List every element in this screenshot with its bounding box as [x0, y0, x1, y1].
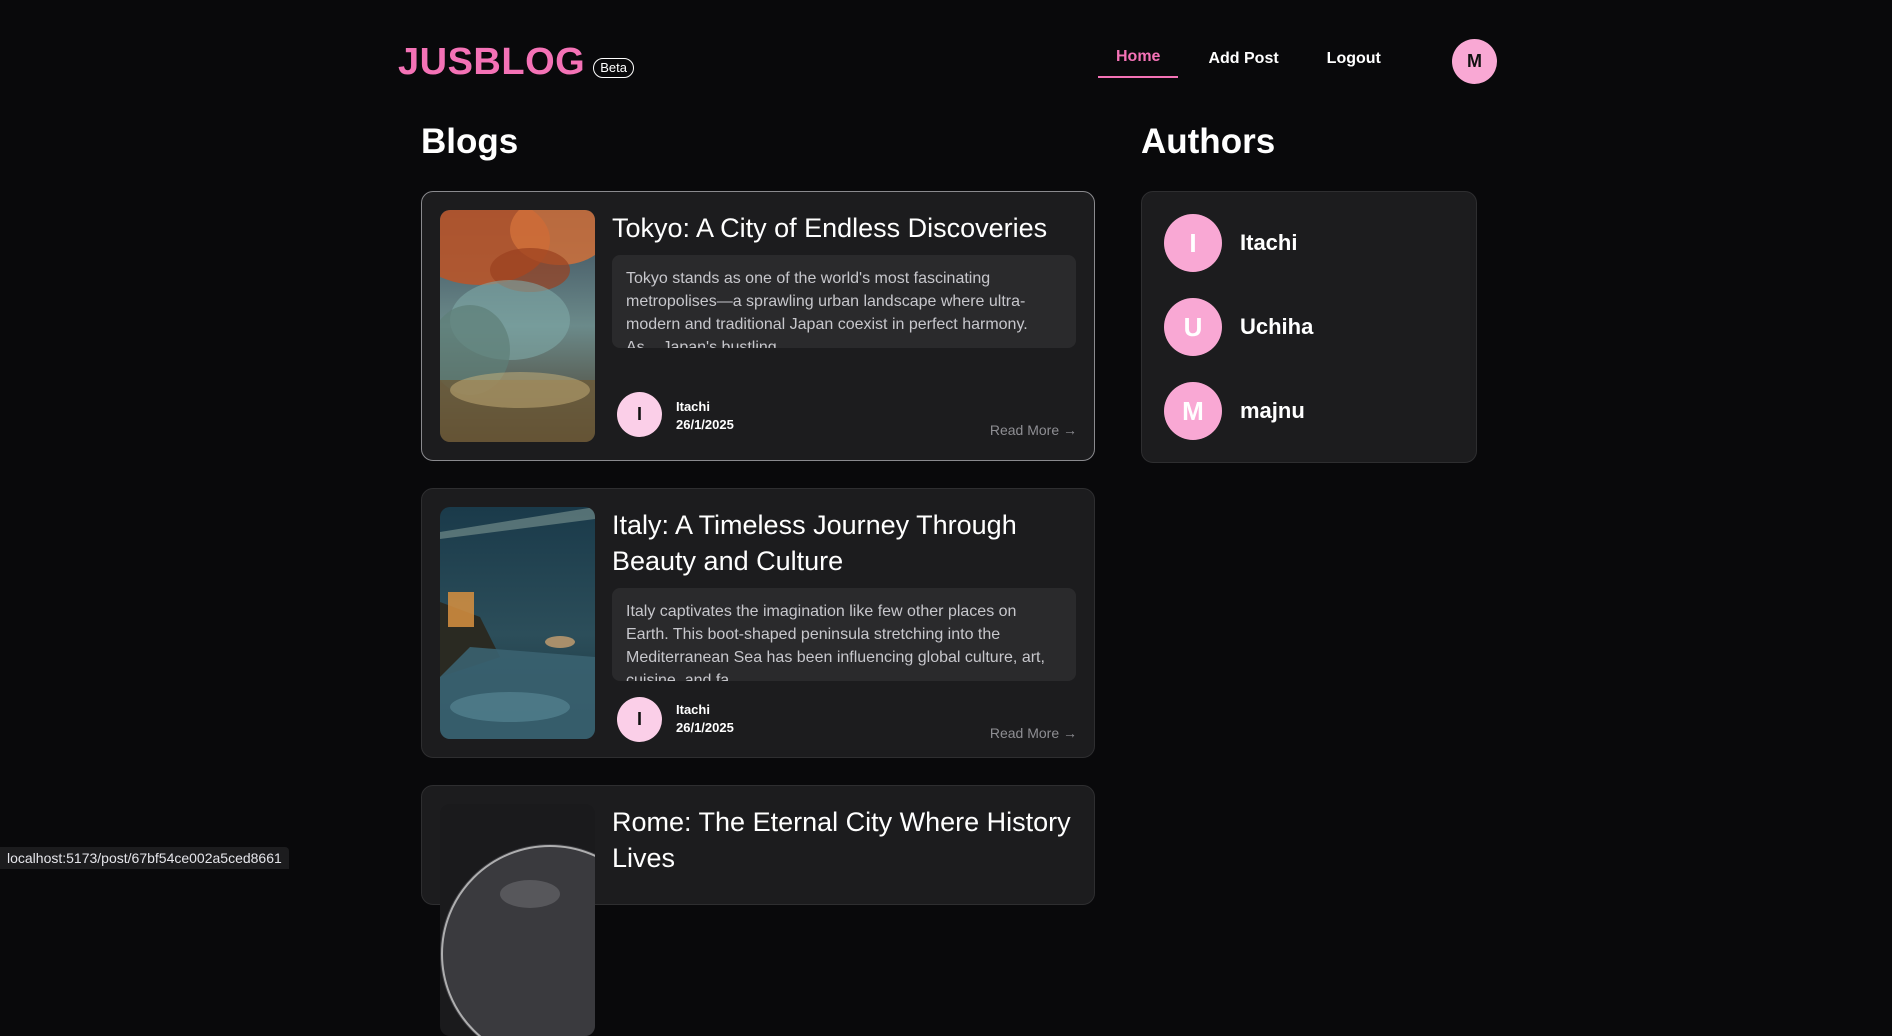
logo-text: JUSBLOG	[398, 41, 586, 83]
author-item[interactable]: I Itachi	[1164, 214, 1297, 272]
blog-card[interactable]: Rome: The Eternal City Where History Liv…	[421, 785, 1095, 1036]
blog-card[interactable]: Tokyo: A City of Endless Discoveries Tok…	[421, 191, 1095, 461]
nav-home-link[interactable]: Home	[1098, 40, 1179, 78]
post-thumbnail	[440, 804, 595, 1036]
author-item[interactable]: M majnu	[1164, 382, 1305, 440]
nav-add-post-link[interactable]: Add Post	[1190, 42, 1296, 76]
link-status-bar: localhost:5173/post/67bf54ce002a5ced8661	[0, 847, 289, 869]
read-more-link[interactable]: Read More →	[990, 422, 1077, 438]
top-navbar: JUSBLOG Beta Home Add Post Logout M	[0, 0, 1892, 110]
blog-card[interactable]: Italy: A Timeless Journey Through Beauty…	[421, 488, 1095, 758]
author-name: majnu	[1240, 398, 1305, 423]
main-nav: Home Add Post Logout	[1098, 40, 1411, 78]
authors-heading: Authors	[1141, 122, 1276, 161]
post-author-name: Itachi	[676, 399, 710, 414]
post-title[interactable]: Rome: The Eternal City Where History Liv…	[612, 804, 1082, 876]
author-avatar: I	[1164, 214, 1222, 272]
blogs-heading: Blogs	[421, 122, 519, 161]
post-date: 26/1/2025	[676, 417, 734, 432]
post-title[interactable]: Italy: A Timeless Journey Through Beauty…	[612, 507, 1082, 579]
post-title[interactable]: Tokyo: A City of Endless Discoveries	[612, 210, 1082, 246]
post-excerpt: Italy captivates the imagination like fe…	[612, 588, 1076, 681]
read-more-link[interactable]: Read More →	[990, 725, 1077, 741]
author-avatar: M	[1164, 382, 1222, 440]
post-thumbnail	[440, 507, 595, 739]
author-item[interactable]: U Uchiha	[1164, 298, 1313, 356]
nav-logout-link[interactable]: Logout	[1309, 42, 1399, 76]
user-avatar[interactable]: M	[1452, 39, 1497, 84]
post-thumbnail	[440, 210, 595, 442]
author-avatar: U	[1164, 298, 1222, 356]
beta-badge: Beta	[593, 58, 634, 78]
post-date: 26/1/2025	[676, 720, 734, 735]
author-name: Uchiha	[1240, 314, 1314, 339]
post-author-name: Itachi	[676, 702, 710, 717]
authors-panel: I Itachi U Uchiha M majnu	[1141, 191, 1477, 463]
site-logo[interactable]: JUSBLOG Beta	[398, 40, 634, 84]
post-excerpt: Tokyo stands as one of the world's most …	[612, 255, 1076, 348]
author-avatar: I	[617, 697, 662, 742]
author-name: Itachi	[1240, 230, 1298, 255]
author-avatar: I	[617, 392, 662, 437]
